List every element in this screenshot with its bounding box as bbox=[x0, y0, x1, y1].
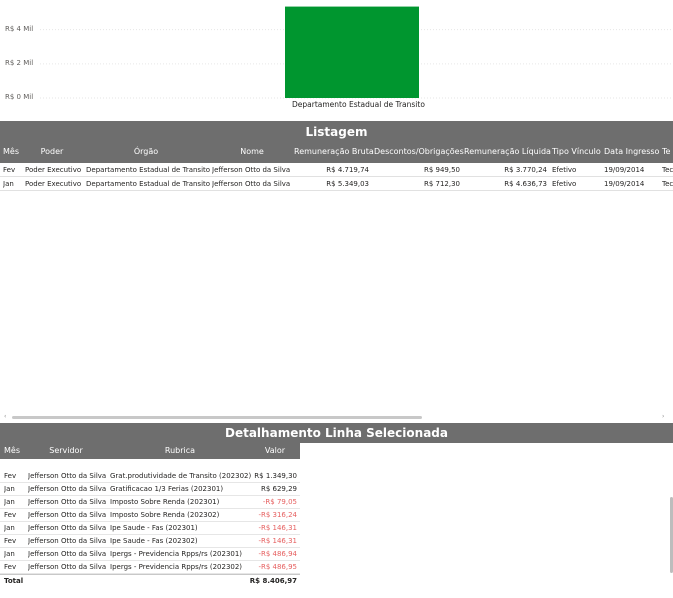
table-cell: -R$ 146,31 bbox=[258, 524, 297, 532]
table-cell: R$ 629,29 bbox=[260, 485, 297, 493]
table-cell: R$ 712,30 bbox=[423, 180, 460, 188]
table-cell: Imposto Sobre Renda (202302) bbox=[110, 511, 220, 519]
table-cell: Jefferson Otto da Silva bbox=[28, 472, 107, 480]
table-row[interactable]: Fev Jefferson Otto da Silva Ipergs - Previ… bbox=[0, 561, 300, 574]
table-cell: Jefferson Otto da Silva bbox=[28, 524, 107, 532]
y-tick-label: R$ 0 Mil bbox=[5, 93, 34, 101]
table-cell: Poder Executivo bbox=[25, 180, 81, 188]
table-cell: Ipe Saude - Fas (202302) bbox=[110, 537, 198, 545]
horizontal-scrollbar-thumb[interactable] bbox=[12, 416, 422, 419]
table-cell: Fev bbox=[3, 166, 16, 174]
table-cell: Jefferson Otto da Silva bbox=[212, 180, 291, 188]
table-row[interactable]: Fev Jefferson Otto da Silva Ipe Saude - Fa… bbox=[0, 535, 300, 548]
table-cell: Imposto Sobre Renda (202301) bbox=[110, 498, 220, 506]
table-cell: Ipergs - Previdencia Rpps/rs (202301) bbox=[110, 550, 243, 558]
table-row[interactable]: Jan Jefferson Otto da Silva Ipergs - Previ… bbox=[0, 548, 300, 561]
table-cell: Efetivo bbox=[552, 166, 577, 174]
table-cell: Jefferson Otto da Silva bbox=[28, 498, 107, 506]
table-cell: R$ 4.719,74 bbox=[326, 166, 369, 174]
table-cell: Jefferson Otto da Silva bbox=[28, 485, 107, 493]
listagem-table: Mês Poder Órgão Nome Remuneração Bruta Descon… bbox=[0, 143, 673, 423]
detalhamento-rows: Fev Jefferson Otto da Silva Grat.produtivi… bbox=[0, 459, 300, 574]
table-row[interactable]: Fev Jefferson Otto da Silva Imposto Sobre … bbox=[0, 509, 300, 522]
table-cell: Jan bbox=[4, 485, 15, 493]
table-cell: -R$ 146,31 bbox=[258, 537, 297, 545]
listagem-title: Listagem bbox=[0, 121, 673, 143]
bar-chart: R$ 0 Mil R$ 2 Mil R$ 4 Mil Departamento Est… bbox=[0, 0, 673, 118]
table-cell: 19/09/2014 bbox=[604, 166, 645, 174]
table-cell: Fev bbox=[4, 563, 17, 571]
horizontal-scrollbar[interactable]: ‹ › bbox=[0, 413, 673, 421]
table-row[interactable]: Jan Jefferson Otto da Silva Gratificacao 1… bbox=[0, 483, 300, 496]
table-cell: R$ 5.349,03 bbox=[326, 180, 369, 188]
total-value: R$ 8.406,97 bbox=[249, 577, 297, 585]
table-cell: Jefferson Otto da Silva bbox=[28, 563, 107, 571]
table-cell: Tec bbox=[662, 166, 673, 174]
table-cell: R$ 949,50 bbox=[423, 166, 460, 174]
table-row[interactable]: Fev Poder Executivo Departamento Estadual … bbox=[0, 163, 673, 177]
table-cell: -R$ 486,95 bbox=[258, 563, 297, 571]
table-cell: Jefferson Otto da Silva bbox=[28, 511, 107, 519]
listagem-column-header[interactable]: Mês bbox=[3, 143, 21, 161]
listagem-column-header[interactable]: Órgão bbox=[82, 143, 210, 161]
table-cell: Jan bbox=[4, 498, 15, 506]
table-cell: Jefferson Otto da Silva bbox=[28, 550, 107, 558]
listagem-column-header[interactable]: Remuneração Bruta bbox=[294, 143, 374, 161]
table-cell: Jan bbox=[3, 180, 14, 188]
table-cell: Departamento Estadual de Transito bbox=[86, 166, 210, 174]
detalhamento-column-header[interactable]: Valor bbox=[252, 443, 298, 458]
table-cell: Grat.produtividade de Transito (202302) bbox=[110, 472, 252, 480]
detalhamento-title: Detalhamento Linha Selecionada bbox=[0, 423, 673, 443]
table-cell: R$ 4.636,73 bbox=[504, 180, 547, 188]
listagem-column-header[interactable]: Descontos/Obrigações bbox=[374, 143, 464, 161]
listagem-column-header[interactable]: Data Ingresso bbox=[604, 143, 660, 161]
detalhamento-header-row: Mês Servidor Rubrica Valor bbox=[0, 443, 300, 459]
bar[interactable] bbox=[285, 6, 419, 99]
table-cell: Departamento Estadual de Transito bbox=[86, 180, 210, 188]
listagem-column-header[interactable]: Nome bbox=[212, 143, 292, 161]
table-cell: Fev bbox=[4, 472, 17, 480]
listagem-column-header[interactable]: Tipo Vínculo bbox=[552, 143, 602, 161]
detalhamento-total-row: Total R$ 8.406,97 bbox=[0, 574, 300, 587]
total-label: Total bbox=[4, 577, 24, 585]
x-category-label: Departamento Estadual de Transito bbox=[292, 100, 425, 109]
detalhamento-column-header[interactable]: Rubrica bbox=[110, 443, 250, 458]
table-cell: -R$ 316,24 bbox=[258, 511, 297, 519]
table-cell: Gratificacao 1/3 Ferias (202301) bbox=[110, 485, 224, 493]
table-cell: 19/09/2014 bbox=[604, 180, 645, 188]
table-cell: Efetivo bbox=[552, 180, 577, 188]
table-row[interactable]: Jan Jefferson Otto da Silva Ipe Saude - Fa… bbox=[0, 522, 300, 535]
table-cell: R$ 1.349,30 bbox=[254, 472, 297, 480]
table-cell: Fev bbox=[4, 511, 17, 519]
table-cell: Jan bbox=[4, 550, 15, 558]
table-cell: -R$ 79,05 bbox=[262, 498, 297, 506]
scroll-right-arrow-icon[interactable]: › bbox=[662, 413, 664, 421]
table-cell: Poder Executivo bbox=[25, 166, 81, 174]
table-row[interactable]: Jan Poder Executivo Departamento Estadual … bbox=[0, 177, 673, 191]
listagem-column-header[interactable]: Poder bbox=[26, 143, 78, 161]
detalhamento-column-header[interactable]: Servidor bbox=[30, 443, 102, 458]
y-tick-label: R$ 4 Mil bbox=[5, 24, 34, 33]
listagem-header-row: Mês Poder Órgão Nome Remuneração Bruta Descon… bbox=[0, 143, 673, 163]
table-row[interactable]: Fev Jefferson Otto da Silva Grat.produtivi… bbox=[0, 470, 300, 483]
table-cell: Fev bbox=[4, 537, 17, 545]
table-cell: Jan bbox=[4, 524, 15, 532]
table-row[interactable]: Jan Jefferson Otto da Silva Imposto Sobre … bbox=[0, 496, 300, 509]
table-cell: Tec bbox=[662, 180, 673, 188]
table-cell: -R$ 486,94 bbox=[258, 550, 297, 558]
table-cell: Jefferson Otto da Silva bbox=[28, 537, 107, 545]
listagem-column-header[interactable]: Te bbox=[662, 143, 673, 161]
detalhamento-column-header[interactable]: Mês bbox=[4, 443, 24, 458]
table-cell: Ipergs - Previdencia Rpps/rs (202302) bbox=[110, 563, 243, 571]
table-cell: Jefferson Otto da Silva bbox=[212, 166, 291, 174]
table-cell: R$ 3.770,24 bbox=[504, 166, 547, 174]
scroll-left-arrow-icon[interactable]: ‹ bbox=[4, 413, 6, 421]
table-cell: Ipe Saude - Fas (202301) bbox=[110, 524, 198, 532]
listagem-column-header[interactable]: Remuneração Líquida bbox=[464, 143, 551, 161]
y-tick-label: R$ 2 Mil bbox=[5, 58, 34, 67]
